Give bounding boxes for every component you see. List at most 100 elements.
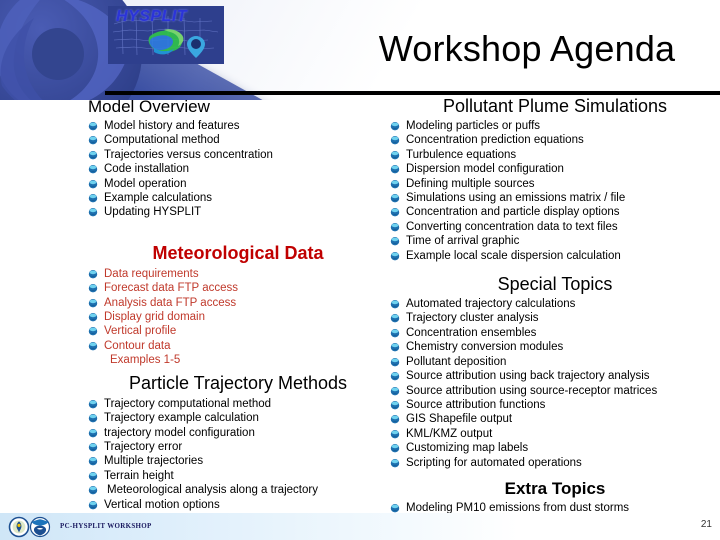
list-item[interactable]: Dispersion model configuration [390, 162, 720, 176]
list-item[interactable]: Terrain height [88, 469, 388, 483]
globe-bullet-icon [390, 328, 400, 338]
list-item[interactable]: KML/KMZ output [390, 427, 720, 441]
list-item[interactable]: Forecast data FTP access [88, 281, 388, 295]
list-item[interactable]: Computational method [88, 133, 388, 147]
list-item[interactable]: Updating HYSPLIT [88, 205, 388, 219]
list-item[interactable]: Trajectory example calculation [88, 411, 388, 425]
globe-bullet-icon [88, 298, 98, 308]
list-item[interactable]: Vertical profile [88, 324, 388, 338]
list-item[interactable]: Multiple trajectories [88, 454, 388, 468]
hysplit-logo: HYSPLIT [108, 6, 224, 64]
section-heading: Pollutant Plume Simulations [442, 96, 668, 116]
globe-bullet-icon [390, 343, 400, 352]
list-item-label: Example calculations [104, 192, 213, 205]
list-item[interactable]: Customizing map labels [390, 441, 720, 455]
list-item[interactable]: Trajectory cluster analysis [390, 311, 720, 325]
list-item[interactable]: Data requirements [88, 267, 388, 281]
header-band-shading [0, 0, 370, 100]
list-item-label: Scripting for automated operations [406, 456, 582, 469]
bullet-list: Data requirements Forecast data FTP acce… [88, 267, 388, 368]
list-item-label: Source attribution using source-receptor… [406, 384, 658, 397]
list-item[interactable]: Code installation [88, 162, 388, 176]
list-item[interactable]: GIS Shapefile output [390, 412, 720, 426]
list-item[interactable]: trajectory model configuration [88, 426, 388, 440]
list-item[interactable]: Analysis data FTP access [88, 296, 388, 310]
globe-bullet-icon [88, 486, 98, 495]
list-item-label: Meteorological analysis along a trajecto… [107, 484, 318, 497]
section-heading: Model Overview [88, 97, 210, 116]
bullet-list: Modeling particles or puffs Concentratio… [390, 119, 720, 263]
list-item[interactable]: Trajectory computational method [88, 397, 388, 411]
section-special-topics: Special Topics Automated trajectory calc… [390, 274, 720, 470]
globe-bullet-icon [390, 237, 400, 246]
list-item[interactable]: Model operation [88, 177, 388, 191]
globe-bullet-icon [390, 194, 400, 203]
list-item[interactable]: Source attribution functions [390, 398, 720, 412]
globe-bullet-icon [88, 165, 98, 174]
right-column: Pollutant Plume Simulations Modeling par… [390, 96, 720, 530]
list-item[interactable]: Meteorological analysis along a trajecto… [88, 483, 388, 497]
list-item[interactable]: Display grid domain [88, 310, 388, 324]
list-item-label: Analysis data FTP access [104, 296, 237, 309]
list-item-label: Customizing map labels [406, 442, 529, 455]
page-title: Workshop Agenda [378, 28, 676, 69]
list-item-label: Converting concentration data to text fi… [406, 220, 618, 233]
globe-bullet-icon [390, 429, 400, 439]
list-item[interactable]: Automated trajectory calculations [390, 297, 720, 311]
section-meteorological-data: Meteorological Data Data requirements Fo… [88, 243, 388, 368]
list-item[interactable]: Example local scale dispersion calculati… [390, 249, 720, 263]
list-item[interactable]: Chemistry conversion modules [390, 340, 720, 354]
list-item-label: Example local scale dispersion calculati… [406, 249, 621, 262]
list-item-label: Pollutant deposition [406, 355, 507, 368]
list-item[interactable]: Vertical motion options [88, 498, 388, 512]
list-item[interactable]: Time of arrival graphic [390, 234, 720, 248]
list-item-label: Model history and features [104, 120, 240, 132]
list-item-label: Examples 1-5 [110, 354, 181, 367]
list-item[interactable]: Contour data [88, 339, 388, 353]
list-item[interactable]: Example calculations [88, 191, 388, 205]
globe-bullet-icon [390, 251, 400, 261]
list-item[interactable]: Modeling particles or puffs [390, 119, 720, 133]
globe-bullet-icon [390, 458, 400, 467]
globe-bullet-icon [390, 357, 400, 367]
list-item[interactable]: Turbulence equations [390, 148, 720, 162]
list-item-label: Contour data [104, 339, 171, 352]
list-item-label: GIS Shapefile output [406, 413, 513, 426]
list-item[interactable]: Defining multiple sources [390, 177, 720, 191]
list-item[interactable]: Scripting for automated operations [390, 456, 720, 470]
list-item[interactable]: Concentration ensembles [390, 326, 720, 340]
globe-bullet-icon [390, 503, 400, 513]
globe-bullet-icon [390, 222, 400, 232]
globe-bullet-icon [390, 372, 400, 381]
section-model-overview: Model Overview Model history and feature… [88, 96, 388, 220]
list-item[interactable]: Concentration and particle display optio… [390, 205, 720, 219]
list-item[interactable]: Trajectories versus concentration [88, 148, 388, 162]
list-item-label: Model operation [104, 177, 187, 190]
list-item[interactable]: Simulations using an emissions matrix / … [390, 191, 720, 205]
list-item-label: Chemistry conversion modules [406, 341, 564, 354]
list-item[interactable]: Trajectory error [88, 440, 388, 454]
list-item-label: Defining multiple sources [406, 177, 535, 190]
list-item[interactable]: Source attribution using back trajectory… [390, 369, 720, 383]
list-item-continuation: Examples 1-5 [88, 353, 388, 367]
list-item[interactable]: Pollutant deposition [390, 355, 720, 369]
globe-bullet-icon [88, 179, 98, 189]
globe-bullet-icon [390, 136, 400, 145]
footer-agency-logos [8, 516, 51, 538]
globe-bullet-icon [88, 284, 98, 293]
list-item[interactable]: Source attribution using source-receptor… [390, 384, 720, 398]
globe-bullet-icon [88, 471, 98, 481]
list-item-label: Concentration and particle display optio… [406, 206, 620, 219]
list-item-label: Trajectory error [104, 440, 183, 453]
globe-bullet-icon [88, 313, 98, 322]
list-item[interactable]: Concentration prediction equations [390, 133, 720, 147]
list-item-label: Automated trajectory calculations [406, 298, 576, 311]
globe-bullet-icon [88, 399, 98, 409]
section-heading: Meteorological Data [152, 242, 324, 263]
title-divider-rule [105, 91, 720, 95]
list-item[interactable]: Model history and features [88, 119, 388, 133]
list-item-label: Terrain height [104, 469, 174, 482]
globe-bullet-icon [88, 194, 98, 203]
list-item[interactable]: Converting concentration data to text fi… [390, 220, 720, 234]
section-heading: Special Topics [497, 274, 613, 295]
